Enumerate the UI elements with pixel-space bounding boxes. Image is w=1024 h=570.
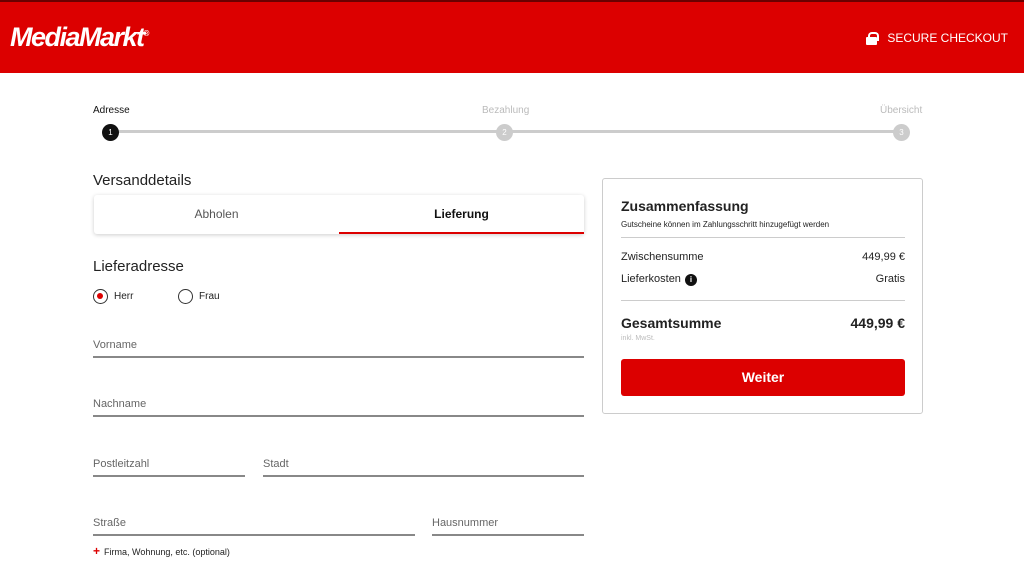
step-label-adresse: Adresse [93,105,130,116]
header: MediaMarkt® SECURE CHECKOUT [0,0,1024,73]
street-field[interactable]: Straße [93,514,415,536]
total-row: Gesamtsumme 449,99 € [621,315,905,331]
step-2-dot: 2 [496,124,513,141]
subtotal-label: Zwischensumme [621,251,704,263]
info-icon[interactable]: i [684,274,697,286]
shipping-cost-label: Lieferkosten [621,273,681,285]
vat-label: inkl. MwSt. [621,335,655,342]
first-name-field[interactable]: Vorname [93,336,584,358]
radio-herr[interactable]: Herr [93,289,133,304]
shipping-tabs: Abholen Lieferung [94,195,584,234]
step-label-bezahlung: Bezahlung [482,105,530,116]
radio-unchecked-icon [178,289,193,304]
shipping-title: Versanddetails [93,172,192,189]
mediamarkt-logo[interactable]: MediaMarkt® [10,22,150,53]
house-number-field[interactable]: Hausnummer [432,514,584,536]
radio-frau[interactable]: Frau [178,289,220,304]
radio-frau-label: Frau [199,291,220,302]
weiter-button[interactable]: Weiter [621,359,905,396]
step-1-dot: 1 [102,124,119,141]
radio-herr-label: Herr [114,291,134,302]
secure-checkout-label: SECURE CHECKOUT [887,31,1008,45]
radio-checked-icon [93,289,108,304]
add-extra-address-link[interactable]: + Firma, Wohnung, etc. (optional) [93,544,230,558]
subtotal-row: Zwischensumme 449,99 € [621,251,905,263]
shipping-cost-value: Gratis [875,273,905,285]
subtotal-value: 449,99 € [862,251,905,263]
divider [621,237,905,238]
lock-icon [866,31,880,45]
step-label-uebersicht: Übersicht [880,105,923,116]
divider [621,300,905,301]
zip-field[interactable]: Postleitzahl [93,455,245,477]
plus-icon: + [93,544,101,558]
extra-address-label: Firma, Wohnung, etc. (optional) [104,547,230,557]
total-label: Gesamtsumme [621,315,722,331]
secure-checkout: SECURE CHECKOUT [866,31,1008,45]
shipping-cost-row: Lieferkosten i Gratis [621,273,905,286]
city-field[interactable]: Stadt [263,455,584,477]
last-name-field[interactable]: Nachname [93,395,584,417]
tab-abholen[interactable]: Abholen [94,195,339,234]
summary-card: Zusammenfassung Gutscheine können im Zah… [602,178,923,414]
tab-lieferung[interactable]: Lieferung [339,195,584,234]
summary-subtitle: Gutscheine können im Zahlungsschritt hin… [621,220,830,229]
vat-note: inkl. MwSt. [621,335,905,342]
address-title: Lieferadresse [93,258,184,275]
summary-title: Zusammenfassung [621,198,749,214]
total-value: 449,99 € [850,315,906,331]
step-3-dot: 3 [893,124,910,141]
